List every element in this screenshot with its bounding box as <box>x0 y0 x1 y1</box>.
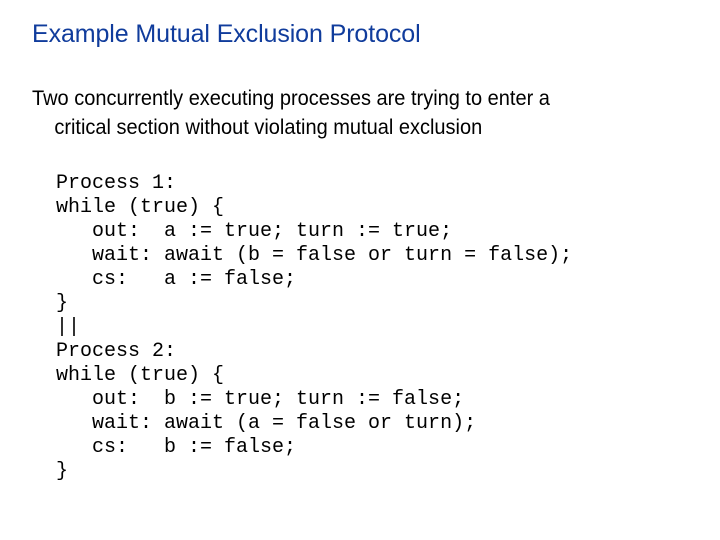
code-line-process-1-out: out: a := true; turn := true; <box>56 220 453 243</box>
slide-title: Example Mutual Exclusion Protocol <box>32 20 421 48</box>
code-line-process-2-close: } <box>56 460 69 483</box>
slide-description: Two concurrently executing processes are… <box>32 84 627 142</box>
code-line-process-2-wait: wait: await (a = false or turn); <box>56 412 477 435</box>
description-line-2: critical section without violating mutua… <box>54 115 483 139</box>
code-line-process-2-out: out: b := true; turn := false; <box>56 388 465 411</box>
code-line-process-1-cs: cs: a := false; <box>56 268 297 291</box>
code-line-process-2-header: Process 2: <box>56 340 177 363</box>
code-block: Process 1: while (true) { out: a := true… <box>56 172 572 484</box>
code-line-parallel-operator: || <box>56 316 81 339</box>
code-line-process-1-close: } <box>56 292 69 315</box>
code-line-process-2-cs: cs: b := false; <box>56 436 297 459</box>
code-line-process-1-wait: wait: await (b = false or turn = false); <box>56 244 573 267</box>
description-line-1: Two concurrently executing processes are… <box>32 86 550 110</box>
code-line-process-1-loop: while (true) { <box>56 196 225 219</box>
code-line-process-1-header: Process 1: <box>56 172 177 195</box>
code-line-process-2-loop: while (true) { <box>56 364 225 387</box>
